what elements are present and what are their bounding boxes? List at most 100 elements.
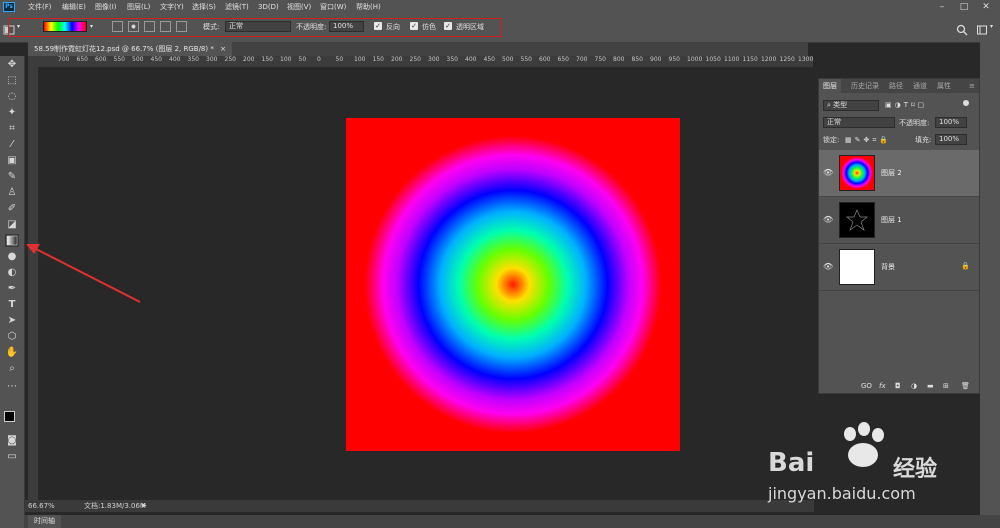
new-layer-icon[interactable]: ⊞ bbox=[943, 381, 949, 391]
add-mask-icon[interactable]: ◘ bbox=[895, 381, 901, 391]
menu-file[interactable]: 文件(F) bbox=[28, 0, 52, 14]
ruler-tick-label: 550 bbox=[113, 56, 125, 63]
transparency-checkbox[interactable]: ✓ bbox=[444, 22, 452, 30]
layer-name[interactable]: 背景 bbox=[881, 262, 895, 272]
maximize-icon[interactable]: □ bbox=[954, 0, 974, 14]
menu-window[interactable]: 窗口(W) bbox=[320, 0, 346, 14]
hand-tool-icon[interactable]: ✋ bbox=[5, 346, 19, 359]
lock-icons[interactable]: ▦✎✥⌗🔒 bbox=[845, 135, 891, 145]
radial-gradient-button[interactable] bbox=[128, 21, 139, 32]
panel-menu-icon[interactable]: ≡ bbox=[965, 79, 979, 93]
menu-bar: Ps 文件(F) 编辑(E) 图像(I) 图层(L) 文字(Y) 选择(S) 滤… bbox=[0, 0, 1000, 14]
layer-row[interactable]: 👁 背景 🔒 bbox=[819, 244, 979, 291]
brush-tool-icon[interactable]: ✎ bbox=[5, 170, 19, 183]
opacity-field[interactable]: 100% bbox=[329, 21, 364, 32]
ruler-tick-label: 1200 bbox=[761, 56, 777, 63]
menu-help[interactable]: 帮助(H) bbox=[356, 0, 381, 14]
history-brush-tool-icon[interactable]: ✐ bbox=[5, 202, 19, 215]
foreground-color-swatch[interactable] bbox=[4, 411, 15, 422]
dodge-tool-icon[interactable]: ◐ bbox=[5, 266, 19, 279]
menu-layer[interactable]: 图层(L) bbox=[127, 0, 150, 14]
marquee-tool-icon[interactable]: ⬚ bbox=[5, 74, 19, 87]
eraser-tool-icon[interactable]: ◪ bbox=[5, 218, 19, 231]
blend-mode-dropdown[interactable]: 正常 bbox=[823, 117, 895, 128]
delete-layer-icon[interactable]: 🗑 bbox=[961, 381, 970, 391]
layers-panel: 图层 历史记录 路径 通道 属性 ≡ ⌕ 类型 ▣◑T⌑▢ 正常 不透明度: 1… bbox=[818, 78, 980, 394]
document-canvas[interactable] bbox=[346, 118, 680, 451]
healing-brush-tool-icon[interactable]: ▣ bbox=[5, 154, 19, 167]
menu-view[interactable]: 视图(V) bbox=[287, 0, 311, 14]
fill-field[interactable]: 100% bbox=[935, 134, 967, 145]
tab-paths[interactable]: 路径 bbox=[885, 79, 907, 93]
pen-tool-icon[interactable]: ✒ bbox=[5, 282, 19, 295]
document-tab[interactable]: 58.59制作霓虹灯花12.psd @ 66.7% (图层 2, RGB/8) … bbox=[28, 42, 232, 56]
link-layers-icon[interactable]: GO bbox=[861, 381, 872, 391]
filter-type-icons[interactable]: ▣◑T⌑▢ bbox=[885, 100, 927, 110]
lasso-tool-icon[interactable]: ◌ bbox=[5, 90, 19, 103]
ruler-tick-label: 650 bbox=[76, 56, 88, 63]
reflected-gradient-button[interactable] bbox=[160, 21, 171, 32]
gradient-chevron-down-icon[interactable]: ▾ bbox=[90, 22, 93, 32]
filter-toggle-icon[interactable] bbox=[963, 100, 969, 106]
angle-gradient-button[interactable] bbox=[144, 21, 155, 32]
linear-gradient-button[interactable] bbox=[112, 21, 123, 32]
tab-properties[interactable]: 属性 bbox=[933, 79, 955, 93]
workspace-chevron-down-icon[interactable]: ▾ bbox=[990, 22, 993, 32]
ruler-tick-label: 500 bbox=[132, 56, 144, 63]
mode-dropdown[interactable]: 正常 bbox=[225, 21, 291, 32]
menu-filter[interactable]: 滤镜(T) bbox=[225, 0, 249, 14]
status-arrow-icon[interactable]: ▶ bbox=[142, 500, 147, 512]
layer-filter-dropdown[interactable]: ⌕ 类型 bbox=[823, 100, 879, 111]
gradient-picker[interactable] bbox=[43, 21, 87, 32]
type-tool-icon[interactable]: T bbox=[5, 298, 19, 311]
close-icon[interactable]: ✕ bbox=[976, 0, 996, 14]
ruler-tick-label: 600 bbox=[95, 56, 107, 63]
tab-history[interactable]: 历史记录 bbox=[847, 79, 883, 93]
visibility-eye-icon[interactable]: 👁 bbox=[823, 168, 833, 178]
menu-type[interactable]: 文字(Y) bbox=[160, 0, 184, 14]
zoom-tool-icon[interactable]: ⌕ bbox=[5, 362, 19, 375]
layer-name[interactable]: 图层 1 bbox=[881, 215, 902, 225]
fx-icon[interactable]: fx bbox=[879, 381, 886, 391]
layer-name[interactable]: 图层 2 bbox=[881, 168, 902, 178]
timeline-tab[interactable]: 时间轴 bbox=[28, 515, 61, 528]
menu-3d[interactable]: 3D(D) bbox=[258, 0, 279, 14]
visibility-eye-icon[interactable]: 👁 bbox=[823, 215, 833, 225]
layer-row[interactable]: 👁 图层 2 bbox=[819, 150, 979, 197]
panel-tabs: 图层 历史记录 路径 通道 属性 ≡ bbox=[819, 79, 979, 93]
crop-tool-icon[interactable]: ⌗ bbox=[5, 122, 19, 135]
tab-close-icon[interactable]: × bbox=[220, 45, 226, 53]
layer-opacity-field[interactable]: 100% bbox=[935, 117, 967, 128]
quick-mask-icon[interactable]: ◙ bbox=[5, 434, 19, 447]
new-group-icon[interactable]: ▬ bbox=[927, 381, 934, 391]
layer-row[interactable]: 👁 图层 1 bbox=[819, 197, 979, 244]
clone-stamp-tool-icon[interactable]: ♙ bbox=[5, 186, 19, 199]
menu-select[interactable]: 选择(S) bbox=[192, 0, 216, 14]
tab-layers[interactable]: 图层 bbox=[819, 79, 841, 93]
blur-tool-icon[interactable]: ● bbox=[5, 250, 19, 263]
move-tool-icon[interactable]: ✥ bbox=[5, 58, 19, 71]
zoom-level[interactable]: 66.67% bbox=[28, 500, 55, 512]
screen-mode-icon[interactable]: ▭ bbox=[5, 450, 19, 463]
shape-tool-icon[interactable]: ⬡ bbox=[5, 330, 19, 343]
workspace-icon[interactable] bbox=[976, 21, 988, 35]
diamond-gradient-button[interactable] bbox=[176, 21, 187, 32]
minimize-icon[interactable]: – bbox=[932, 0, 952, 14]
reverse-label: 反向 bbox=[386, 23, 400, 31]
eyedropper-tool-icon[interactable]: ⁄ bbox=[5, 138, 19, 151]
gradient-tool-icon[interactable] bbox=[5, 234, 19, 247]
filter-value: 类型 bbox=[833, 101, 848, 109]
more-tools-icon[interactable]: ⋯ bbox=[5, 380, 19, 393]
dither-checkbox[interactable]: ✓ bbox=[410, 22, 418, 30]
search-icon[interactable] bbox=[956, 21, 968, 36]
path-selection-tool-icon[interactable]: ➤ bbox=[5, 314, 19, 327]
reverse-checkbox[interactable]: ✓ bbox=[374, 22, 382, 30]
tab-channels[interactable]: 通道 bbox=[909, 79, 931, 93]
adjustment-layer-icon[interactable]: ◑ bbox=[911, 381, 917, 391]
visibility-eye-icon[interactable]: 👁 bbox=[823, 262, 833, 272]
mode-value: 正常 bbox=[229, 22, 243, 30]
preset-chevron-down-icon[interactable]: ▾ bbox=[17, 22, 20, 32]
menu-edit[interactable]: 编辑(E) bbox=[62, 0, 86, 14]
menu-image[interactable]: 图像(I) bbox=[95, 0, 117, 14]
magic-wand-tool-icon[interactable]: ✦ bbox=[5, 106, 19, 119]
